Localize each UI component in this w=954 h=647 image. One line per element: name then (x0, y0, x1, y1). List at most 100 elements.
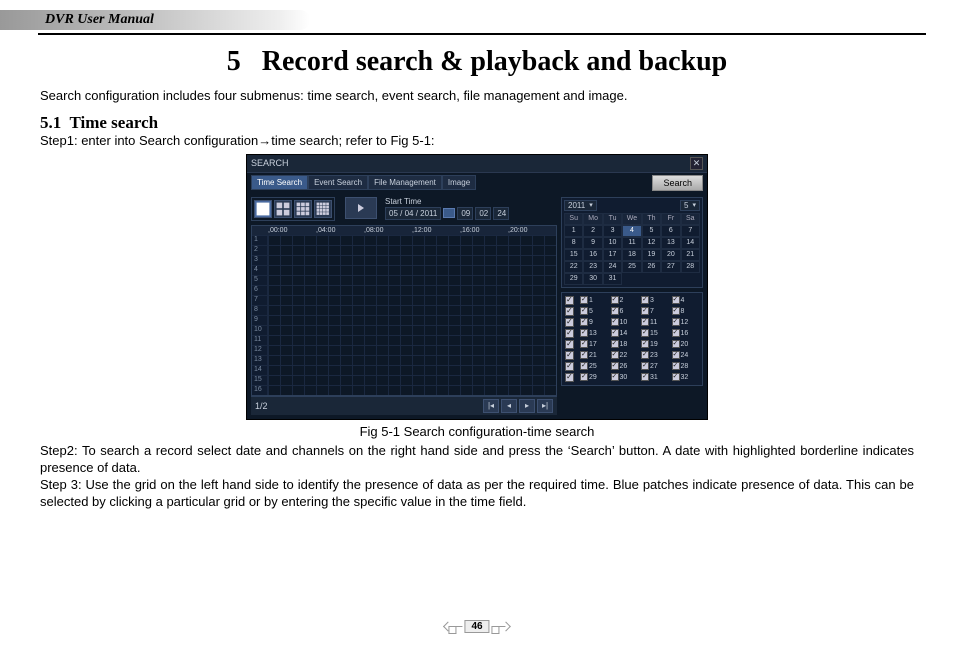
channel-checkbox[interactable]: 19 (641, 340, 669, 349)
channel-checkbox[interactable]: 2 (611, 296, 639, 305)
calendar-day[interactable]: 17 (603, 249, 622, 261)
channel-checkbox[interactable]: 20 (672, 340, 700, 349)
channel-checkbox[interactable]: 10 (611, 318, 639, 327)
channel-checkbox[interactable]: 15 (641, 329, 669, 338)
grid-row[interactable]: 16 (252, 385, 556, 395)
channel-checkbox[interactable]: 21 (580, 351, 608, 360)
play-button[interactable] (345, 197, 377, 219)
grid-row[interactable]: 9 (252, 315, 556, 325)
calendar-day[interactable]: 21 (681, 249, 700, 261)
calendar-day[interactable]: 20 (661, 249, 680, 261)
channel-checkbox[interactable]: 31 (641, 373, 669, 382)
time-hour-field[interactable]: 09 (457, 207, 473, 220)
tab-time-search[interactable]: Time Search (251, 175, 308, 190)
calendar-day[interactable]: 3 (603, 225, 622, 237)
grid-row[interactable]: 6 (252, 285, 556, 295)
close-icon[interactable]: ✕ (690, 157, 703, 170)
channel-checkbox[interactable]: 4 (672, 296, 700, 305)
channel-checkbox[interactable]: 14 (611, 329, 639, 338)
calendar-day[interactable]: 5 (642, 225, 661, 237)
channel-checkbox[interactable]: 5 (580, 307, 608, 316)
tab-event-search[interactable]: Event Search (308, 175, 368, 190)
calendar-day[interactable]: 10 (603, 237, 622, 249)
layout-3x3-icon[interactable] (294, 200, 312, 218)
calendar-day[interactable]: 16 (583, 249, 602, 261)
channel-checkbox[interactable]: 29 (580, 373, 608, 382)
channel-checkbox[interactable]: 23 (641, 351, 669, 360)
channel-checkbox[interactable]: 30 (611, 373, 639, 382)
channel-row-master-checkbox[interactable] (565, 307, 574, 316)
time-min-field[interactable]: 02 (475, 207, 491, 220)
channel-checkbox[interactable]: 16 (672, 329, 700, 338)
calendar-day[interactable]: 26 (642, 261, 661, 273)
layout-1x1-icon[interactable] (254, 200, 272, 218)
layout-4x4-icon[interactable] (314, 200, 332, 218)
calendar-day[interactable]: 23 (583, 261, 602, 273)
calendar-day[interactable]: 6 (661, 225, 680, 237)
calendar-day[interactable]: 8 (564, 237, 583, 249)
pager-next-icon[interactable]: ▸ (519, 399, 535, 413)
calendar-day[interactable]: 18 (622, 249, 641, 261)
calendar-day[interactable]: 12 (642, 237, 661, 249)
grid-row[interactable]: 10 (252, 325, 556, 335)
channel-checkbox[interactable]: 11 (641, 318, 669, 327)
calendar-day[interactable]: 4 (622, 225, 641, 237)
channel-checkbox[interactable]: 8 (672, 307, 700, 316)
calendar-day[interactable]: 15 (564, 249, 583, 261)
search-button[interactable]: Search (652, 175, 703, 191)
grid-row[interactable]: 7 (252, 295, 556, 305)
pager-last-icon[interactable]: ▸| (537, 399, 553, 413)
calendar-day[interactable]: 29 (564, 273, 583, 285)
channel-row-master-checkbox[interactable] (565, 329, 574, 338)
layout-2x2-icon[interactable] (274, 200, 292, 218)
pager-prev-icon[interactable]: ◂ (501, 399, 517, 413)
calendar-day[interactable]: 25 (622, 261, 641, 273)
grid-row[interactable]: 13 (252, 355, 556, 365)
calendar-day[interactable]: 7 (681, 225, 700, 237)
time-grid[interactable]: ,00:00 ,04:00 ,08:00 ,12:00 ,16:00 ,20:0… (251, 225, 557, 396)
channel-checkbox[interactable]: 12 (672, 318, 700, 327)
channel-checkbox[interactable]: 17 (580, 340, 608, 349)
channel-row-master-checkbox[interactable] (565, 296, 574, 305)
calendar-icon[interactable] (443, 208, 455, 218)
calendar-day[interactable]: 28 (681, 261, 700, 273)
grid-row[interactable]: 2 (252, 245, 556, 255)
calendar-day[interactable]: 9 (583, 237, 602, 249)
channel-row-master-checkbox[interactable] (565, 362, 574, 371)
channel-checkbox[interactable]: 32 (672, 373, 700, 382)
calendar-day[interactable]: 24 (603, 261, 622, 273)
grid-row[interactable]: 5 (252, 275, 556, 285)
channel-checkbox[interactable]: 9 (580, 318, 608, 327)
calendar-day[interactable]: 19 (642, 249, 661, 261)
date-field[interactable]: 05 / 04 / 2011 (385, 207, 441, 220)
grid-row[interactable]: 4 (252, 265, 556, 275)
channel-checkbox[interactable]: 24 (672, 351, 700, 360)
channel-checkbox[interactable]: 1 (580, 296, 608, 305)
channel-checkbox[interactable]: 13 (580, 329, 608, 338)
calendar-day[interactable]: 11 (622, 237, 641, 249)
calendar-day[interactable]: 22 (564, 261, 583, 273)
pager-first-icon[interactable]: |◂ (483, 399, 499, 413)
calendar-day[interactable]: 2 (583, 225, 602, 237)
calendar-day[interactable]: 14 (681, 237, 700, 249)
channel-checkbox[interactable]: 28 (672, 362, 700, 371)
tab-image[interactable]: Image (442, 175, 476, 190)
year-select[interactable]: 2011 (564, 200, 597, 211)
calendar-day[interactable]: 1 (564, 225, 583, 237)
grid-row[interactable]: 14 (252, 365, 556, 375)
calendar-day[interactable]: 31 (603, 273, 622, 285)
grid-row[interactable]: 15 (252, 375, 556, 385)
channel-row-master-checkbox[interactable] (565, 373, 574, 382)
grid-row[interactable]: 8 (252, 305, 556, 315)
month-select[interactable]: 5 (680, 200, 700, 211)
channel-checkbox[interactable]: 26 (611, 362, 639, 371)
channel-checkbox[interactable]: 3 (641, 296, 669, 305)
time-sec-field[interactable]: 24 (493, 207, 509, 220)
grid-row[interactable]: 3 (252, 255, 556, 265)
calendar-day[interactable]: 27 (661, 261, 680, 273)
calendar-day[interactable]: 13 (661, 237, 680, 249)
channel-checkbox[interactable]: 6 (611, 307, 639, 316)
grid-row[interactable]: 11 (252, 335, 556, 345)
grid-row[interactable]: 12 (252, 345, 556, 355)
channel-checkbox[interactable]: 7 (641, 307, 669, 316)
